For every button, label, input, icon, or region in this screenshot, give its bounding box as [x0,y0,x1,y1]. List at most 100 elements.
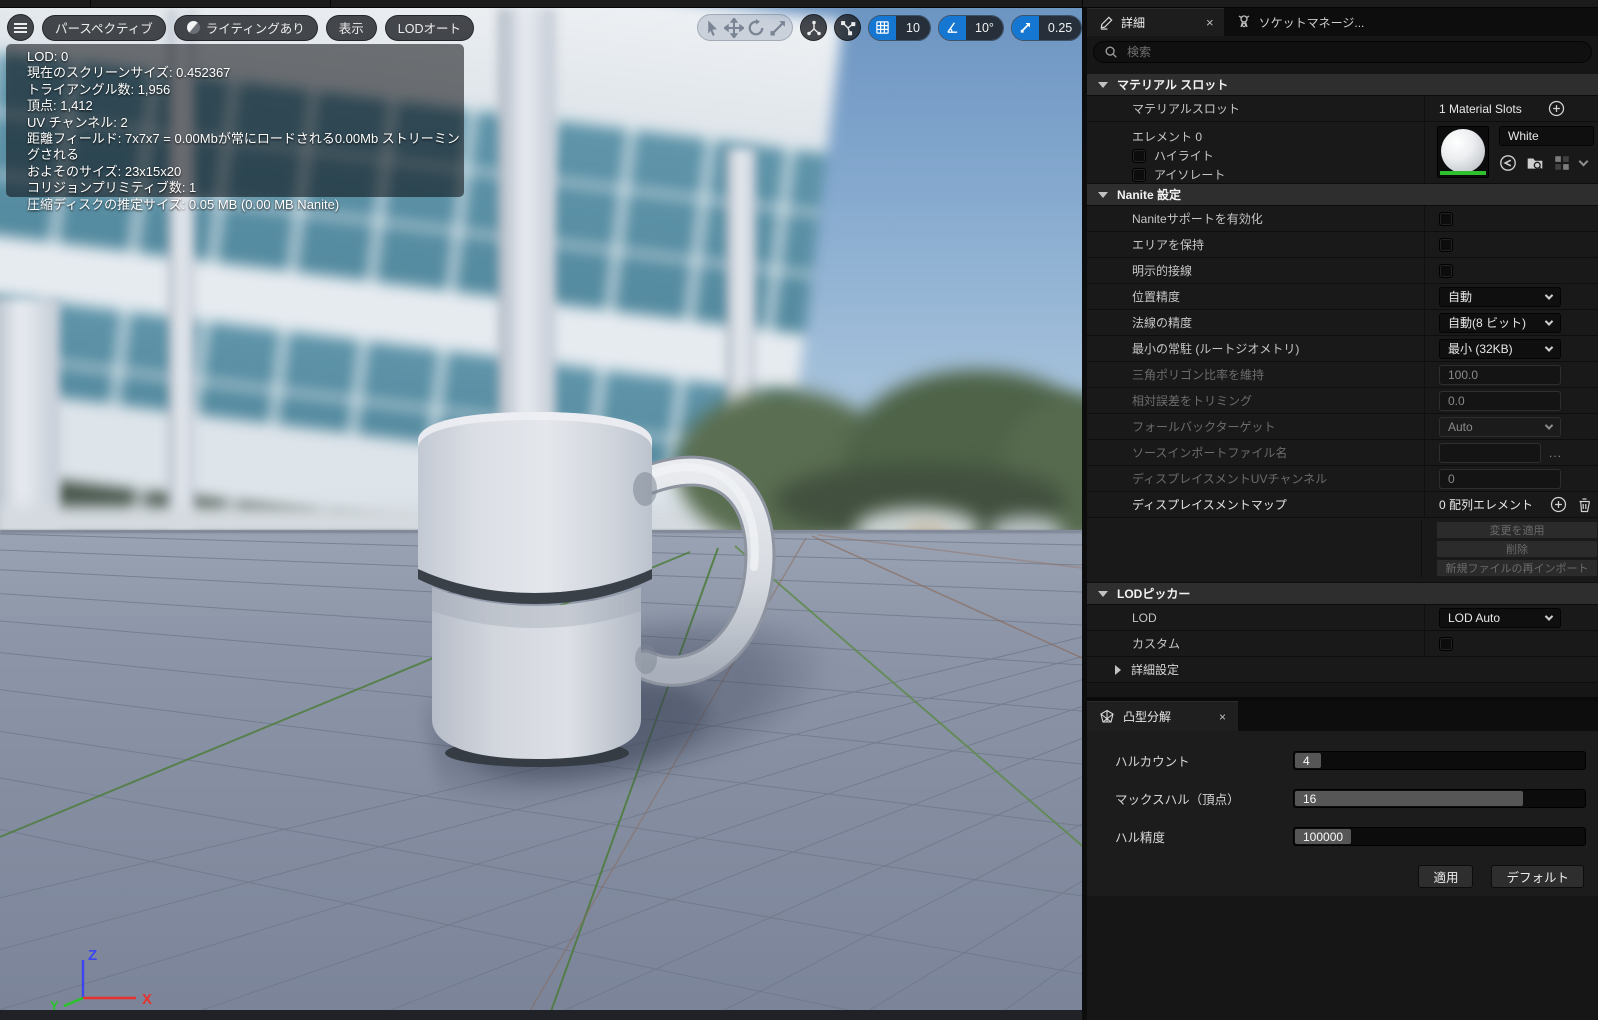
material-thumbnail[interactable] [1437,126,1489,178]
search-box[interactable] [1093,41,1592,63]
position-precision-dropdown[interactable]: 自動 [1439,286,1561,307]
hull-count-slider[interactable]: 4 [1293,750,1586,770]
texture-streaming-icon[interactable] [1553,154,1571,172]
tab-separator [1082,0,1083,8]
displacement-maps-row: ディスプレイスメントマップ 0 配列エレメント [1087,492,1598,518]
stat-line: 圧縮ディスクの推定サイズ: 0.05 MB (0.00 MB Nanite) [27,196,340,212]
close-tab-icon[interactable]: × [1206,15,1214,30]
details-pencil-icon [1100,16,1113,30]
material-slot-row: マテリアルスロット 1 Material Slots [1087,96,1598,122]
axis-gizmo: Z X Y [50,947,152,1012]
rotate-tool-button[interactable] [746,18,766,38]
window-top-strip [0,0,1598,8]
scale-snap-control[interactable]: 0.25 [1010,14,1082,41]
advanced-settings-row[interactable]: 詳細設定 [1087,657,1598,683]
hamburger-icon [14,26,27,29]
trim-relative-error-input[interactable]: 0.0 [1439,390,1561,411]
add-material-slot-icon[interactable] [1548,100,1565,117]
collapse-triangle-icon [1098,81,1108,88]
custom-row: カスタム [1087,631,1598,657]
show-button[interactable]: 表示 [325,14,377,41]
collapse-triangle-icon [1098,191,1108,198]
scale-tool-button[interactable] [768,18,788,38]
scale-snap-value: 0.25 [1038,15,1082,40]
reimport-new-file-button[interactable]: 新規ファイルの再インポート [1436,559,1598,577]
defaults-button[interactable]: デフォルト [1491,865,1584,888]
source-import-filename-input[interactable] [1439,442,1541,463]
explicit-tangents-checkbox[interactable] [1439,263,1453,278]
material-slot-count: 1 Material Slots [1439,101,1522,116]
lod-dropdown[interactable]: LOD Auto [1439,607,1561,628]
hull-count-row: ハルカウント 4 [1095,741,1590,779]
displacement-uv-channel-input[interactable]: 0 [1439,468,1561,489]
material-select-dropdown[interactable]: White [1499,126,1594,146]
isolate-checkbox[interactable] [1132,167,1146,182]
hull-precision-slider[interactable]: 100000 [1293,826,1586,846]
rotation-snap-control[interactable]: 10° [938,14,1004,41]
convex-tab-bar: 凸型分解 × [1087,701,1598,731]
details-panel: 詳細 × ソケットマネージ... マテリアル スロット マテリアルスロット 1 … [1082,8,1598,1020]
chevron-down-icon [1544,420,1554,430]
tab-separator [330,0,331,8]
material-selected-bar [1440,171,1486,175]
lit-mode-button[interactable]: ライティングあり [173,14,318,41]
displacement-maps-count: 0 配列エレメント [1439,498,1534,512]
browse-file-button[interactable]: ... [1549,446,1562,460]
close-tab-icon[interactable]: × [1219,710,1226,724]
mug-mesh [418,412,776,767]
viewport-toolbar-left: パースペクティブ ライティングあり 表示 LODオート [7,14,474,41]
apply-changes-button[interactable]: 変更を適用 [1436,521,1598,539]
chevron-down-icon[interactable] [1578,156,1589,166]
tab-separator [90,0,91,8]
viewport-canvas[interactable]: LOD: 0 現在のスクリーンサイズ: 0.452367 トライアングル数: 1… [0,8,1082,1012]
delete-array-icon[interactable] [1577,497,1592,513]
stat-line: トライアングル数: 1,956 [27,81,171,97]
lod-auto-button[interactable]: LODオート [384,14,474,41]
tab-convex-decomposition[interactable]: 凸型分解 × [1087,701,1239,731]
normal-precision-dropdown[interactable]: 自動(8 ビット) [1439,312,1561,333]
socket-icon [1238,15,1249,28]
move-tool-button[interactable] [724,17,744,38]
lit-sphere-icon [186,21,200,34]
viewport-bottom-strip [0,1010,1082,1020]
grid-snap-control[interactable]: 10 [868,14,931,41]
element-label: エレメント 0 [1132,130,1203,144]
nanite-enable-row: Naniteサポートを有効化 [1087,206,1598,232]
search-input[interactable] [1125,44,1581,60]
stat-line: UV チャンネル: 2 [27,114,128,130]
fallback-target-row: フォールバックターゲット Auto [1087,414,1598,440]
keep-triangle-percent-row: 三角ポリゴン比率を維持 100.0 [1087,362,1598,388]
section-lod-picker[interactable]: LODピッカー [1087,583,1598,605]
coordinate-system-button[interactable] [800,14,827,41]
highlight-checkbox[interactable] [1132,148,1146,163]
angle-snap-icon [939,15,966,40]
hull-precision-row: ハル精度 100000 [1095,817,1590,855]
chevron-down-icon [1544,290,1554,300]
perspective-button[interactable]: パースペクティブ [42,14,166,41]
apply-button[interactable]: 適用 [1418,865,1474,888]
section-material-slots[interactable]: マテリアル スロット [1087,74,1598,96]
static-mesh-editor-window: LOD: 0 現在のスクリーンサイズ: 0.452367 トライアングル数: 1… [0,0,1598,1020]
section-nanite-settings[interactable]: Nanite 設定 [1087,184,1598,206]
stat-line: およそのサイズ: 23x15x20 [27,163,182,179]
use-selected-asset-icon[interactable] [1499,154,1517,172]
preserve-area-checkbox[interactable] [1439,237,1453,252]
fallback-target-dropdown[interactable]: Auto [1439,416,1561,437]
minimum-residency-dropdown[interactable]: 最小 (32KB) [1439,338,1561,359]
preserve-area-row: エリアを保持 [1087,232,1598,258]
add-array-element-icon[interactable] [1550,496,1567,513]
tab-socket-manager[interactable]: ソケットマネージ... [1224,8,1375,36]
select-tool-button[interactable] [702,18,722,38]
normal-precision-row: 法線の精度 自動(8 ビット) [1087,310,1598,336]
custom-checkbox[interactable] [1439,636,1453,651]
convex-hull-icon [1100,709,1114,723]
max-hull-verts-slider[interactable]: 16 [1293,788,1586,808]
tab-details[interactable]: 詳細 × [1087,8,1224,36]
keep-triangle-percent-input[interactable]: 100.0 [1439,364,1561,385]
remove-button[interactable]: 削除 [1436,540,1598,558]
viewport-menu-button[interactable] [7,14,34,41]
nanite-enable-checkbox[interactable] [1439,211,1453,226]
surface-snapping-button[interactable] [834,14,861,41]
browse-to-asset-icon[interactable] [1526,154,1544,172]
convex-decomposition-body: ハルカウント 4 マックスハル（頂点） 16 ハル精度 100000 適用 デフ… [1087,731,1598,896]
